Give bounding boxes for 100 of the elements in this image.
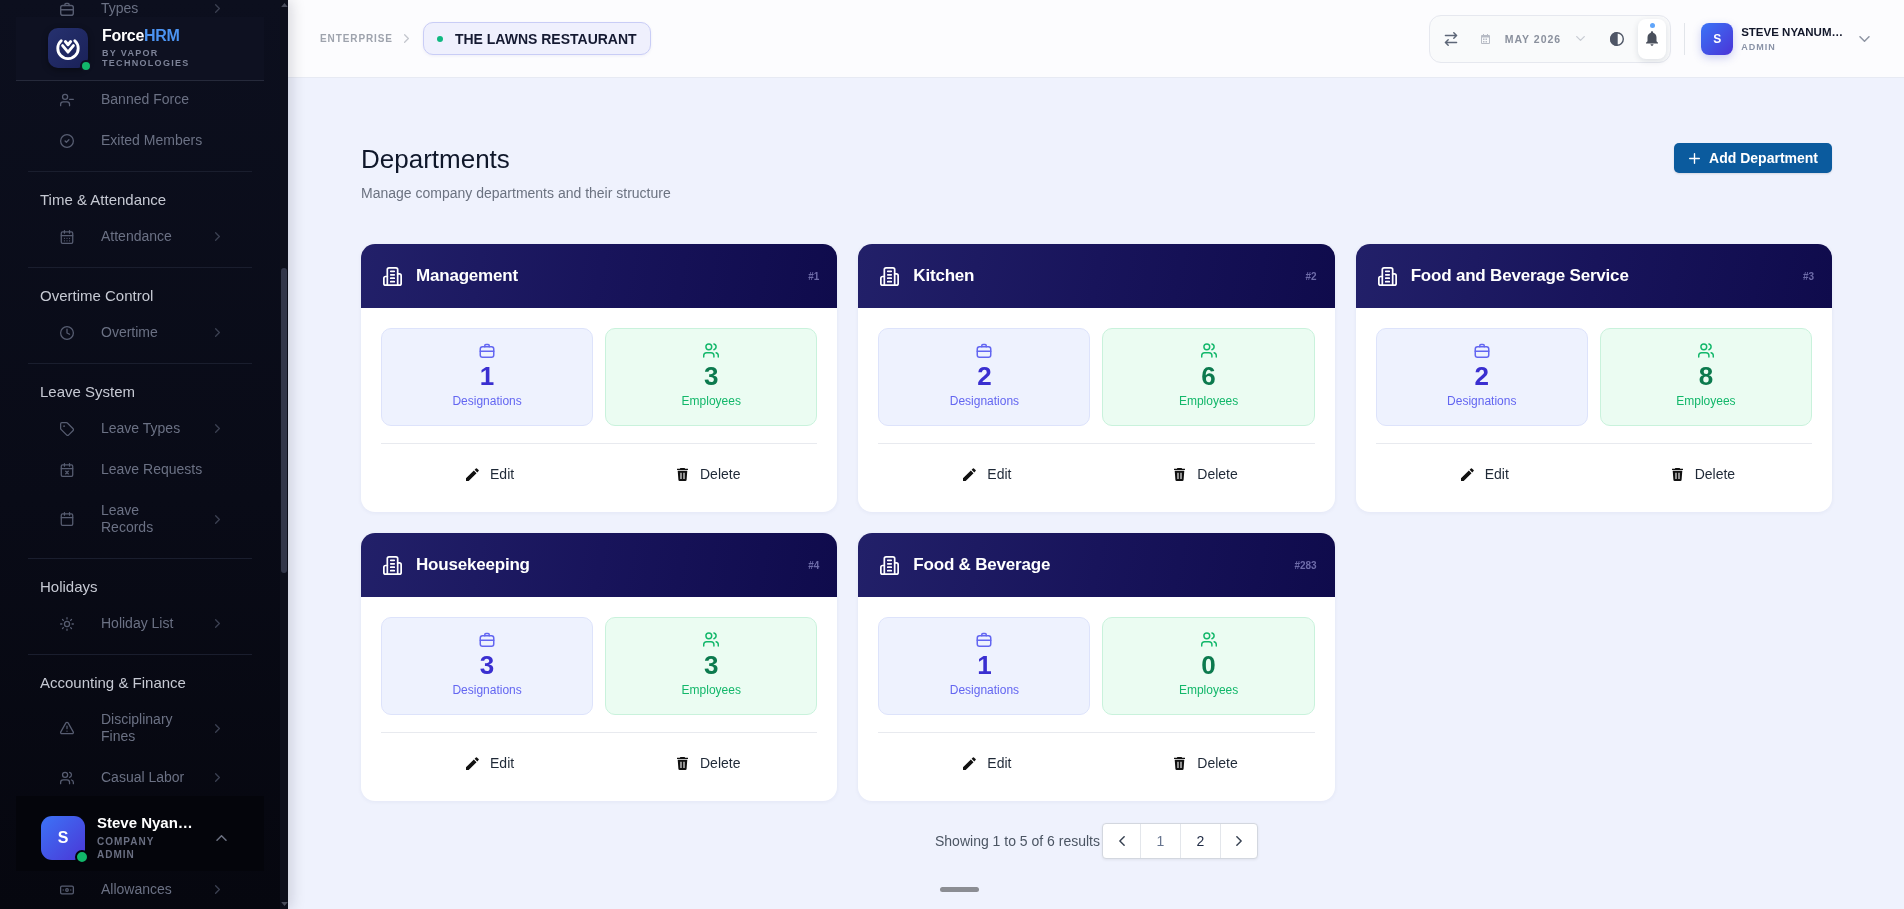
trash-icon [676,756,689,770]
add-department-button[interactable]: Add Department [1674,143,1832,173]
sidebar-item[interactable]: Overtime [16,314,264,351]
sidebar-item[interactable]: Attendance [16,218,264,255]
sidebar-item[interactable]: Allowances [16,871,264,908]
user-avatar: S [41,815,85,860]
users-icon [703,632,720,647]
sidebar-section-title: Leave System [39,382,137,402]
users-icon [1200,632,1217,647]
stat-label: Employees [1178,682,1239,698]
scroll-down-icon[interactable] [280,902,288,906]
brand-name: ForceHRM [102,27,181,45]
sidebar-item[interactable]: Types [16,0,264,17]
delete-button[interactable]: Delete [668,749,749,777]
delete-button[interactable]: Delete [1662,460,1744,488]
stat-label: Employees [1178,393,1239,409]
scroll-handle[interactable] [940,887,979,892]
brand-tagline: BY VAPOR TECHNOLOGIES [102,48,191,68]
stat-value: 3 [704,650,719,680]
scroll-up-icon[interactable] [280,3,288,7]
pencil-icon [963,756,977,770]
department-code: #2 [1305,270,1317,282]
calendar-icon [1480,33,1490,44]
department-code: #283 [1294,559,1317,571]
stat-value: 2 [1474,361,1489,391]
department-code: #4 [808,559,820,571]
stat-label: Employees [681,393,741,409]
page-subtitle: Manage company departments and their structure [361,184,671,202]
trash-icon [1173,467,1187,481]
users-icon [1200,343,1217,358]
sidebar-item[interactable]: Leave Records [16,492,264,546]
pencil-icon [466,756,479,770]
clock-icon [60,325,74,340]
users-icon [703,343,720,358]
calendar-x-icon [60,462,74,477]
stat-label: Designations [452,682,522,698]
user-name: STEVE NYANUM… [1741,24,1843,39]
page-button[interactable]: 1 [1140,824,1180,858]
edit-button[interactable]: Edit [955,749,1020,777]
user-avatar: S [1701,22,1734,55]
trash-icon [1173,756,1187,770]
stat-value: 3 [479,650,495,680]
sidebar-item[interactable]: Casual Labor [16,759,264,796]
check-circle-icon [60,133,74,148]
workspace-selector[interactable]: THE LAWNS RESTAURANT [422,22,651,55]
chevron-down-icon [1576,36,1586,41]
warning-icon [60,721,74,735]
scrollbar-thumb[interactable] [281,268,287,573]
page-button[interactable]: 2 [1180,824,1220,858]
logo-icon[interactable] [48,27,88,68]
building-icon [880,266,900,286]
pencil-icon [1460,467,1474,481]
department-name: Kitchen [913,266,975,286]
stat-value: 3 [704,361,719,391]
briefcase-icon [479,632,496,647]
edit-button[interactable]: Edit [458,749,523,777]
calendar-icon [60,229,74,244]
user-role: COMPANY ADMIN [97,835,156,861]
notification-button[interactable] [1638,18,1667,59]
plus-icon [1689,152,1701,164]
sun-icon [60,616,74,631]
delete-button[interactable]: Delete [1165,460,1246,488]
sidebar-item[interactable]: Disciplinary Fines [16,701,264,755]
trash-icon [676,467,689,481]
stat-value: 8 [1698,361,1714,391]
user-panel[interactable]: S Steve Nyan… COMPANY ADMIN [16,796,264,871]
sidebar-item[interactable]: Leave Types [16,410,264,447]
sidebar-item[interactable]: Banned Force [16,81,264,118]
sidebar-item[interactable]: Exited Members [16,122,264,159]
contrast-icon[interactable] [1610,31,1625,46]
delete-button[interactable]: Delete [668,460,749,488]
user-name: Steve Nyan… [97,814,193,832]
delete-button[interactable]: Delete [1165,749,1246,777]
chevron-left-icon [1118,836,1125,846]
chevron-right-icon [403,34,409,43]
stat-label: Designations [452,393,522,409]
sidebar-item[interactable]: Holiday List [16,605,264,642]
sidebar-section-title: Overtime Control [39,286,155,306]
edit-button[interactable]: Edit [458,460,523,488]
chevron-down-icon [1859,35,1870,42]
edit-button[interactable]: Edit [955,460,1020,488]
pagination-summary: Showing 1 to 5 of 6 results [935,833,1100,849]
edit-button[interactable]: Edit [1452,460,1517,488]
bell-icon [1646,31,1659,46]
stat-value: 0 [1201,650,1216,680]
stat-value: 6 [1201,361,1216,391]
department-code: #3 [1802,270,1814,282]
department-code: #1 [808,270,820,282]
briefcase-icon [1473,343,1490,358]
stat-label: Designations [949,393,1020,409]
swap-icon[interactable] [1442,31,1459,46]
building-icon [383,266,402,286]
chevron-right-icon [1236,836,1242,846]
building-icon [880,555,900,575]
user-menu[interactable]: S STEVE NYANUM… ADMIN [1701,22,1870,55]
stat-value: 1 [479,361,495,391]
pencil-icon [963,467,977,481]
tag-icon [60,421,74,436]
trash-icon [1670,467,1684,481]
sidebar-item[interactable]: Leave Requests [16,451,264,488]
